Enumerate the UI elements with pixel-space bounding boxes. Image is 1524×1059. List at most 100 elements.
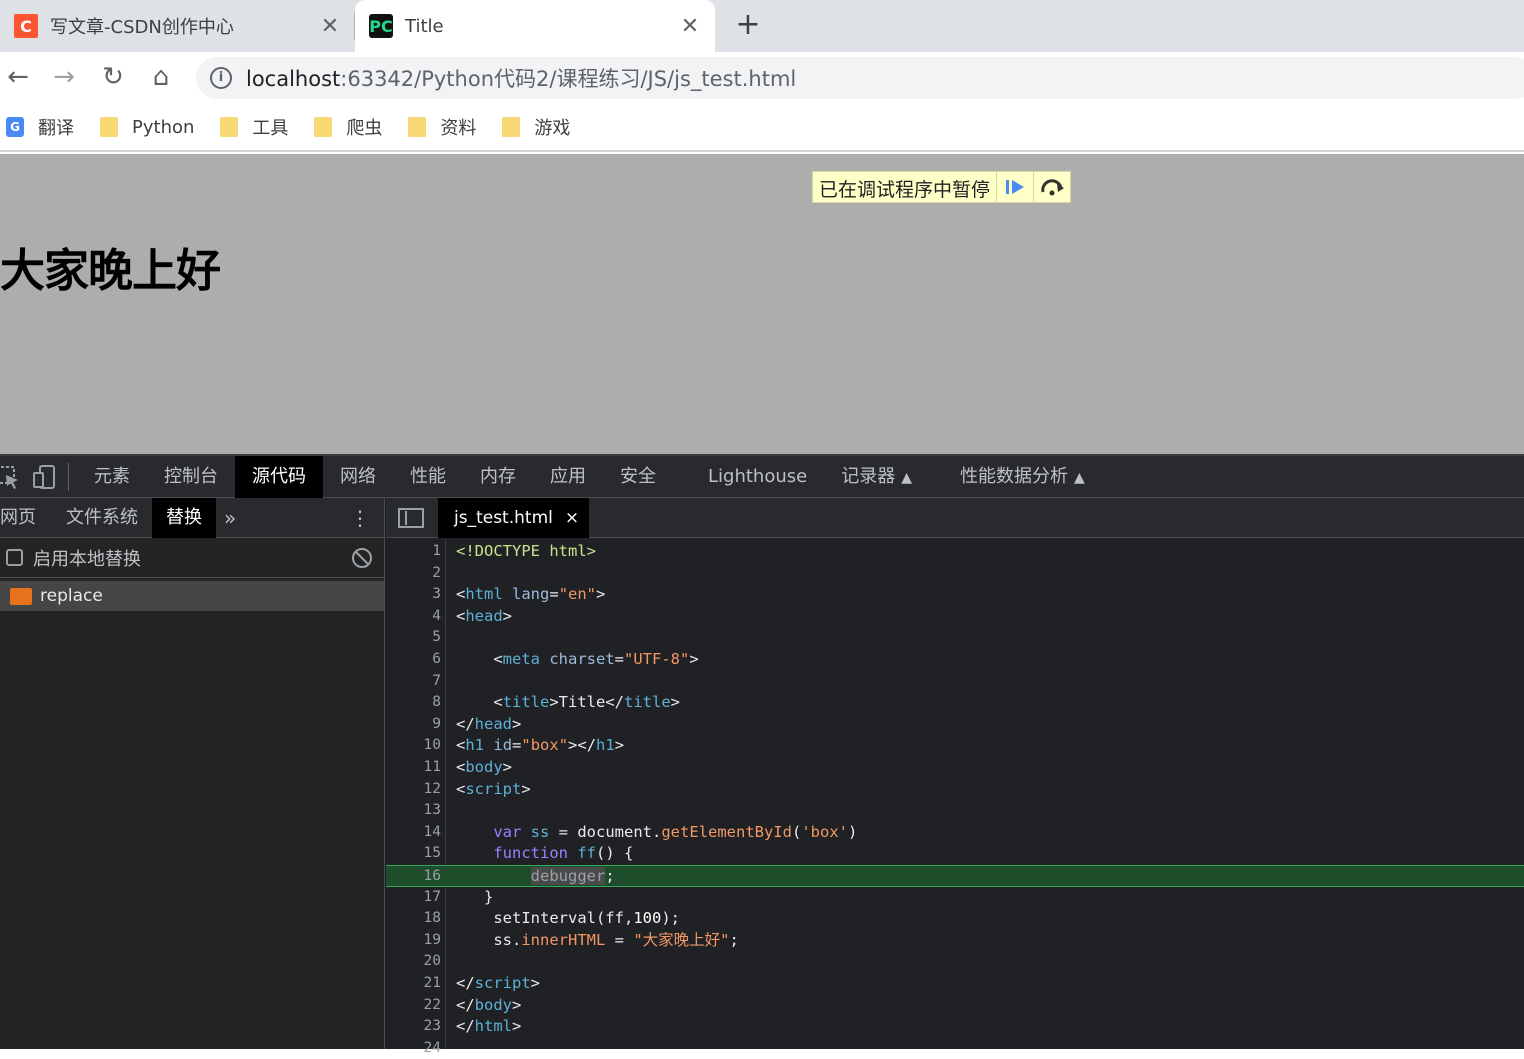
code-line[interactable]: 20 xyxy=(386,951,1524,973)
tab-memory[interactable]: 内存 xyxy=(463,456,533,498)
line-number[interactable]: 23 xyxy=(386,1016,441,1038)
line-number[interactable]: 10 xyxy=(386,735,441,757)
line-number[interactable]: 21 xyxy=(386,973,441,995)
code-line[interactable]: 21 </script> xyxy=(386,973,1524,995)
line-number[interactable]: 16 xyxy=(386,866,441,888)
line-number[interactable]: 1 xyxy=(386,541,441,563)
line-number[interactable]: 13 xyxy=(386,800,441,822)
code-line[interactable]: 11 <body> xyxy=(386,757,1524,779)
code-view[interactable]: 1 <!DOCTYPE html> 2 3 <html lang="en"> 4 <head… xyxy=(386,539,1524,1056)
code-line[interactable]: 6 <meta charset="UTF-8"> xyxy=(386,649,1524,671)
close-icon[interactable]: ✕ xyxy=(675,14,705,39)
experiment-flask-icon: ▲ xyxy=(1073,469,1085,486)
line-number[interactable]: 2 xyxy=(386,563,441,585)
code-line[interactable]: 23 </html> xyxy=(386,1016,1524,1038)
close-icon[interactable]: ✕ xyxy=(315,14,345,39)
line-number[interactable]: 5 xyxy=(386,627,441,649)
code-line[interactable]: 3 <html lang="en"> xyxy=(386,584,1524,606)
bookmark-materials[interactable]: 资料 xyxy=(408,114,476,140)
code-line[interactable]: 1 <!DOCTYPE html> xyxy=(386,541,1524,563)
device-toolbar-icon[interactable] xyxy=(30,463,60,491)
line-number[interactable]: 12 xyxy=(386,779,441,801)
line-number[interactable]: 4 xyxy=(386,606,441,628)
line-number[interactable]: 6 xyxy=(386,649,441,671)
tab-application[interactable]: 应用 xyxy=(533,456,603,498)
code-line[interactable]: 22 </body> xyxy=(386,995,1524,1017)
enable-overrides-label[interactable]: 启用本地替换 xyxy=(33,545,141,571)
tab-lighthouse[interactable]: Lighthouse xyxy=(691,456,824,498)
step-over-button[interactable] xyxy=(1033,172,1070,202)
bookmark-tools[interactable]: 工具 xyxy=(220,114,288,140)
bookmark-python[interactable]: Python xyxy=(100,117,194,138)
code-line[interactable]: 7 xyxy=(386,671,1524,693)
bookmark-games[interactable]: 游戏 xyxy=(502,114,570,140)
line-number[interactable]: 17 xyxy=(386,887,441,909)
code-line[interactable]: 14 var ss = document.getElementById('box… xyxy=(386,822,1524,844)
code-line[interactable]: 5 xyxy=(386,627,1524,649)
code-line[interactable]: 9 </head> xyxy=(386,714,1524,736)
url-text[interactable]: localhost:63342/Python代码2/课程练习/JS/js_tes… xyxy=(246,63,796,93)
line-number[interactable]: 9 xyxy=(386,714,441,736)
code-line[interactable]: 18 setInterval(ff,100); xyxy=(386,908,1524,930)
tab-security[interactable]: 安全 xyxy=(603,456,673,498)
tab-network[interactable]: 网络 xyxy=(323,456,393,498)
line-number[interactable]: 11 xyxy=(386,757,441,779)
code-line[interactable]: 19 ss.innerHTML = "大家晚上好"; xyxy=(386,930,1524,952)
line-number[interactable]: 3 xyxy=(386,584,441,606)
home-icon[interactable]: ⌂ xyxy=(143,60,179,96)
bookmark-label: 爬虫 xyxy=(346,118,383,139)
nav-tab-page[interactable]: 网页 xyxy=(0,498,50,538)
code-text: function ff() { xyxy=(493,844,634,863)
line-number[interactable]: 19 xyxy=(386,930,441,952)
forward-arrow-icon[interactable]: → xyxy=(46,60,82,96)
line-number[interactable]: 15 xyxy=(386,843,441,865)
tab-console[interactable]: 控制台 xyxy=(147,456,235,498)
line-number[interactable]: 24 xyxy=(386,1038,441,1059)
tab-performance-insights[interactable]: 性能数据分析 ▲ xyxy=(943,456,1102,498)
line-number[interactable]: 18 xyxy=(386,908,441,930)
reload-icon[interactable]: ↻ xyxy=(95,60,131,96)
address-bar[interactable]: i localhost:63342/Python代码2/课程练习/JS/js_t… xyxy=(196,57,1524,99)
line-number[interactable]: 14 xyxy=(386,822,441,844)
file-tab-label: js_test.html xyxy=(454,507,553,528)
enable-overrides-checkbox[interactable] xyxy=(6,549,23,566)
tab-elements[interactable]: 元素 xyxy=(77,456,147,498)
code-line[interactable]: 24 xyxy=(386,1038,1524,1059)
close-icon[interactable]: × xyxy=(565,508,579,528)
code-line[interactable]: 2 xyxy=(386,563,1524,585)
info-icon[interactable]: i xyxy=(210,67,232,89)
browser-tab-title[interactable]: PC Title ✕ xyxy=(355,0,715,52)
resume-button[interactable] xyxy=(996,172,1033,202)
line-number[interactable]: 20 xyxy=(386,951,441,973)
tab-sources[interactable]: 源代码 xyxy=(235,455,323,498)
code-line[interactable]: 10 <h1 id="box"></h1> xyxy=(386,735,1524,757)
tab-recorder[interactable]: 记录器 ▲ xyxy=(824,456,929,498)
code-line[interactable]: 13 xyxy=(386,800,1524,822)
toggle-navigator-icon[interactable] xyxy=(398,507,424,528)
line-number[interactable]: 8 xyxy=(386,692,441,714)
line-number[interactable]: 22 xyxy=(386,995,441,1017)
new-tab-button[interactable]: + xyxy=(732,8,764,44)
bookmark-crawler[interactable]: 爬虫 xyxy=(314,114,382,140)
current-execution-line[interactable]: 16 debugger; xyxy=(386,865,1524,887)
bookmark-translate[interactable]: G 翻译 xyxy=(6,114,74,140)
inspect-element-icon[interactable] xyxy=(0,463,24,491)
more-tabs-chevron-icon[interactable]: » xyxy=(216,506,244,530)
tab-performance[interactable]: 性能 xyxy=(393,456,463,498)
nav-tab-overrides[interactable]: 替换 xyxy=(152,497,216,538)
code-line[interactable]: 8 <title>Title</title> xyxy=(386,692,1524,714)
editor-file-tab[interactable]: js_test.html × xyxy=(438,497,590,538)
back-arrow-icon[interactable]: ← xyxy=(0,60,36,96)
tree-item-replace[interactable]: replace xyxy=(0,581,384,611)
browser-tab-csdn[interactable]: C 写文章-CSDN创作中心 ✕ xyxy=(0,0,355,52)
code-line[interactable]: 4 <head> xyxy=(386,606,1524,628)
url-path: :63342/Python代码2/课程练习/JS/js_test.html xyxy=(340,67,797,91)
nav-tab-filesystem[interactable]: 文件系统 xyxy=(50,498,152,538)
kebab-menu-icon[interactable]: ⋮ xyxy=(350,506,370,530)
code-line[interactable]: 12 <script> xyxy=(386,779,1524,801)
code-line[interactable]: 15 function ff() { xyxy=(386,843,1524,865)
line-number[interactable]: 7 xyxy=(386,671,441,693)
code-line[interactable]: 17 } xyxy=(386,887,1524,909)
devtools-panel: 元素 控制台 源代码 网络 性能 内存 应用 安全 Lighthouse 记录器… xyxy=(0,454,1524,1056)
clear-overrides-icon[interactable] xyxy=(352,547,372,568)
